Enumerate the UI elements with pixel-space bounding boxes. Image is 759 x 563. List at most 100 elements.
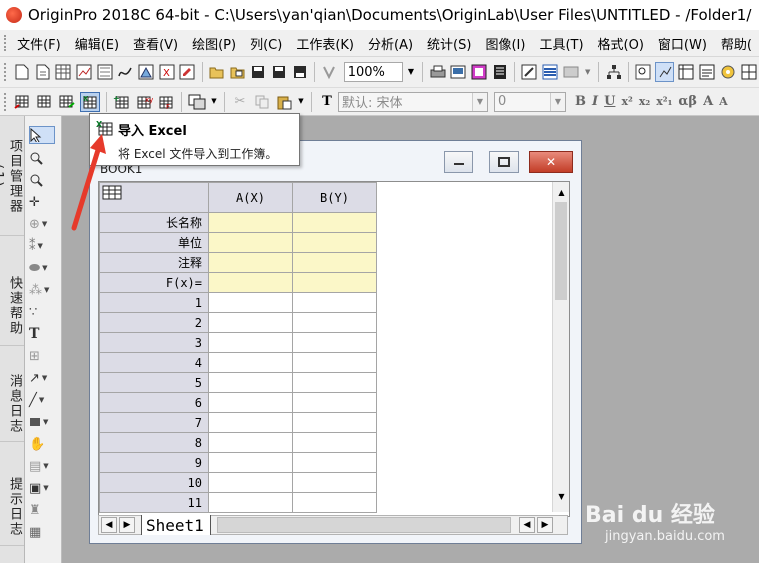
zoom-out-tool-icon[interactable] <box>29 171 55 189</box>
menu-format[interactable]: 格式(O) <box>591 34 651 53</box>
open-template-icon[interactable] <box>229 63 246 81</box>
import-multiple-ascii-icon[interactable] <box>36 93 54 111</box>
meta-cell[interactable] <box>208 272 293 293</box>
font-size-dropdown-icon[interactable]: ▼ <box>550 92 565 111</box>
text-tool-icon[interactable]: T <box>318 93 336 111</box>
bold-button[interactable]: B <box>575 94 586 109</box>
increase-font-button[interactable]: A <box>703 94 713 109</box>
decrease-font-button[interactable]: A <box>719 95 728 108</box>
menu-column[interactable]: 列(C) <box>243 34 289 53</box>
layout-page-icon[interactable] <box>562 63 579 81</box>
data-reader-tool-icon[interactable]: ⊕ ▼ <box>29 215 55 233</box>
superscript-button[interactable]: x² <box>621 95 632 108</box>
menu-image[interactable]: 图像(I) <box>478 34 532 53</box>
meta-cell[interactable] <box>292 232 377 253</box>
data-cell[interactable] <box>292 312 377 333</box>
sheet-next-icon[interactable]: ▶ <box>119 517 135 533</box>
menu-statistics[interactable]: 统计(S) <box>420 34 478 53</box>
data-cell[interactable] <box>208 332 293 353</box>
tab-project-explorer[interactable]: 项目管理器 (1) <box>0 118 24 236</box>
new-function-icon[interactable] <box>117 63 134 81</box>
sheet-tab-sheet1[interactable]: Sheet1 <box>141 515 211 535</box>
meta-cell[interactable] <box>208 212 293 233</box>
data-cell[interactable] <box>208 472 293 493</box>
row-number[interactable]: 8 <box>99 432 209 453</box>
toolbar-grip[interactable] <box>4 92 9 111</box>
new-graph-icon[interactable] <box>76 63 93 81</box>
meta-cell[interactable] <box>208 232 293 253</box>
stamp-tool-icon[interactable]: ♜ <box>29 501 55 519</box>
import-ascii-icon[interactable] <box>14 93 32 111</box>
minimize-button[interactable] <box>444 151 473 173</box>
worksheet-view-icon[interactable] <box>678 63 695 81</box>
vertical-scrollbar[interactable]: ▲ ▼ <box>552 182 569 512</box>
scroll-right-icon[interactable]: ▶ <box>537 517 553 533</box>
row-number[interactable]: 7 <box>99 412 209 433</box>
row-number[interactable]: 11 <box>99 492 209 513</box>
column-header-b[interactable]: B(Y) <box>292 182 377 213</box>
region-tool-icon[interactable]: ⁂ ▼ <box>29 281 55 299</box>
scroll-thumb[interactable] <box>555 202 567 300</box>
data-cell[interactable] <box>292 372 377 393</box>
meta-cell[interactable] <box>292 272 377 293</box>
hierarchy-icon[interactable] <box>605 63 622 81</box>
pointer-tool-icon[interactable] <box>29 126 55 144</box>
menu-grip[interactable] <box>4 35 7 51</box>
grid-icon[interactable] <box>740 63 757 81</box>
add-column-icon[interactable]: + <box>113 93 131 111</box>
row-label-comments[interactable]: 注释 <box>99 252 209 273</box>
greek-button[interactable]: αβ <box>678 94 697 109</box>
find-icon[interactable] <box>635 63 652 81</box>
table-tool-icon[interactable]: ⊞ <box>29 347 55 365</box>
subscript-button[interactable]: x₂ <box>639 95 650 108</box>
scroll-down-icon[interactable]: ▼ <box>553 488 569 504</box>
menu-file[interactable]: 文件(F) <box>10 34 68 53</box>
object-tool-icon[interactable]: ▦ <box>29 523 55 541</box>
code-builder-icon[interactable] <box>521 63 538 81</box>
paste-icon[interactable] <box>275 93 293 111</box>
zoom-dropdown-icon[interactable]: ▼ <box>405 63 416 81</box>
maximize-button[interactable] <box>489 151 519 173</box>
horizontal-scrollbar[interactable] <box>216 517 511 533</box>
data-cell[interactable] <box>292 352 377 373</box>
import-excel-icon[interactable]: X <box>80 91 100 112</box>
copy-dropdown-icon[interactable]: ▼ <box>210 93 218 111</box>
data-cell[interactable] <box>208 452 293 473</box>
menu-plot[interactable]: 绘图(P) <box>185 34 243 53</box>
data-cell[interactable] <box>208 492 293 513</box>
open-icon[interactable] <box>209 63 226 81</box>
row-number[interactable]: 10 <box>99 472 209 493</box>
menu-window[interactable]: 窗口(W) <box>651 34 714 53</box>
tab-hint-log[interactable]: 提示日志 <box>0 468 24 546</box>
hand-tool-icon[interactable]: ✋ <box>29 435 55 453</box>
row-number[interactable]: 5 <box>99 372 209 393</box>
menu-tools[interactable]: 工具(T) <box>532 34 590 53</box>
data-cell[interactable] <box>208 372 293 393</box>
tab-quick-help[interactable]: 快速帮助 <box>0 266 24 346</box>
set-column-values-icon[interactable]: F <box>157 93 175 111</box>
data-cell[interactable] <box>208 292 293 313</box>
zoom-select[interactable]: 100% <box>343 62 404 82</box>
underline-button[interactable]: U <box>604 94 615 109</box>
import-data-icon[interactable] <box>58 93 76 111</box>
save-template-icon[interactable] <box>291 63 308 81</box>
data-cell[interactable] <box>292 492 377 513</box>
cut-icon[interactable]: ✂ <box>231 93 249 111</box>
menu-analysis[interactable]: 分析(A) <box>361 34 420 53</box>
data-cell[interactable] <box>292 412 377 433</box>
supsubscript-button[interactable]: x²₁ <box>656 95 672 108</box>
new-3d-icon[interactable] <box>138 63 155 81</box>
font-size-select[interactable]: 0 ▼ <box>494 91 566 112</box>
worksheet-grid[interactable]: A(X) B(Y) 长名称 单位 注释 F(x)= 1 2 3 4 5 6 7 … <box>98 181 570 517</box>
save-window-icon[interactable] <box>271 63 288 81</box>
settings-icon[interactable] <box>720 63 737 81</box>
layout-dropdown-icon[interactable]: ▼ <box>583 63 592 81</box>
rectangle-tool-icon[interactable]: ▼ <box>29 413 55 431</box>
zoom-in-tool-icon[interactable] <box>29 149 55 167</box>
data-cell[interactable] <box>208 432 293 453</box>
menu-help[interactable]: 帮助( <box>714 34 759 53</box>
data-cell[interactable] <box>208 412 293 433</box>
workbook-window[interactable]: BOOK1 ✕ A(X) B(Y) 长名称 单位 注释 F(x)= 1 2 3 … <box>89 140 582 544</box>
export-graph-icon[interactable] <box>450 63 467 81</box>
set-xy-icon[interactable]: xy <box>135 93 153 111</box>
